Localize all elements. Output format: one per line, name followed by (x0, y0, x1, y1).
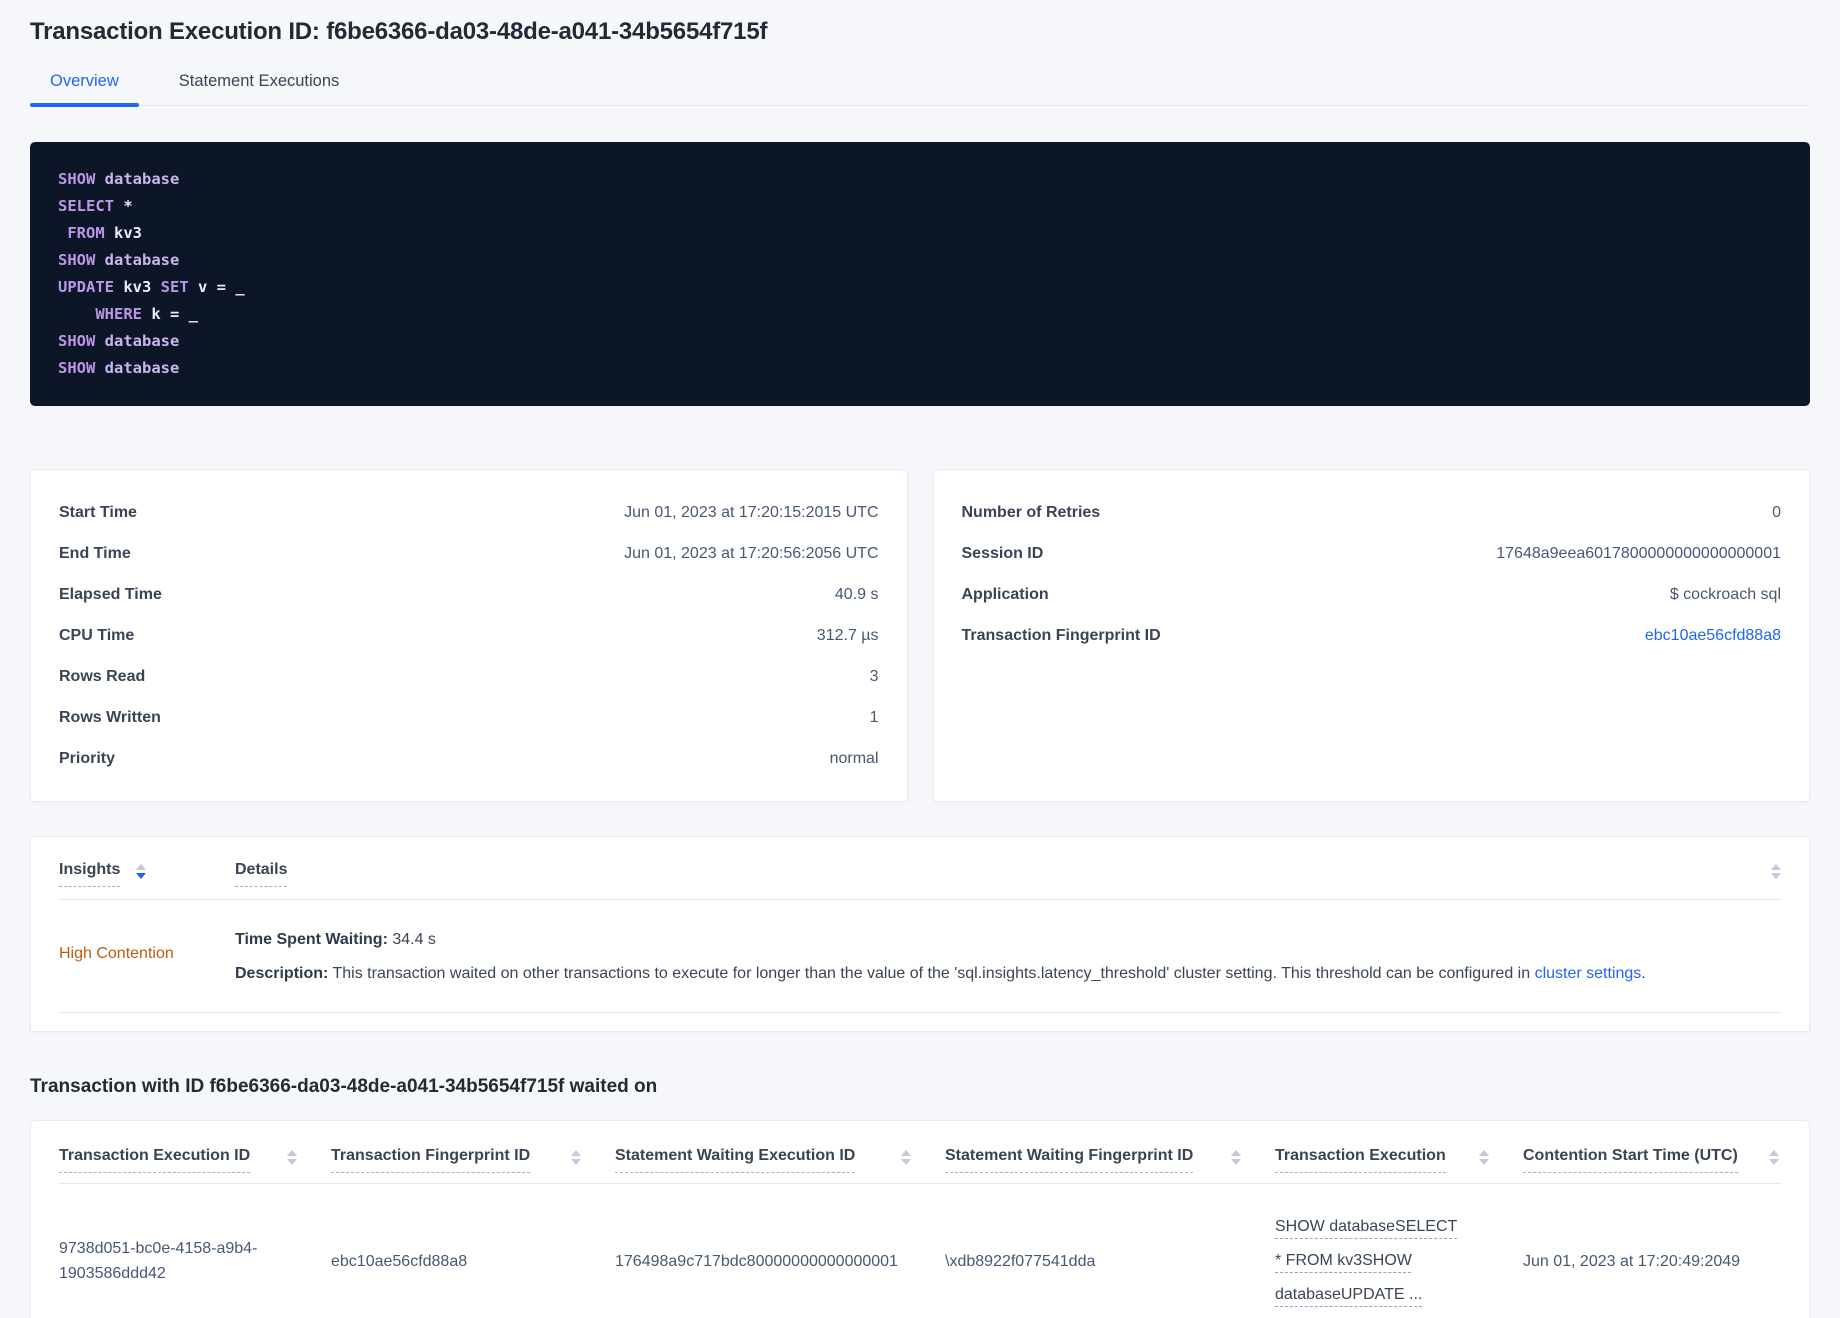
cell-txn-execution-id: 9738d051-bc0e-4158-a9b4-1903586ddd42 (59, 1240, 258, 1282)
insights-table-header: Insights Details (59, 837, 1781, 900)
rows-read-row: Rows Read 3 (59, 656, 879, 697)
insight-type-badge: High Contention (59, 945, 174, 962)
sort-arrows-icon (901, 1150, 911, 1165)
cpu-time-value: 312.7 µs (816, 626, 879, 644)
insights-table-card: Insights Details High Contention Time Sp… (30, 836, 1810, 1032)
priority-label: Priority (59, 749, 116, 767)
rows-written-value: 1 (869, 708, 879, 726)
summary-cards: Start Time Jun 01, 2023 at 17:20:15:2015… (30, 469, 1810, 802)
tab-overview[interactable]: Overview (30, 72, 139, 107)
txn-fingerprint-row: Transaction Fingerprint ID ebc10ae56cfd8… (962, 615, 1782, 656)
retries-row: Number of Retries 0 (962, 492, 1782, 533)
cell-txn-execution: SHOW databaseSELECT * FROM kv3SHOW datab… (1275, 1210, 1523, 1312)
sql-line: WHERE k = _ (95, 305, 198, 323)
session-id-value: 17648a9eea6017800000000000000001 (1496, 544, 1781, 562)
execution-summary-card: Start Time Jun 01, 2023 at 17:20:15:2015… (30, 469, 908, 802)
description-line: Description: This transaction waited on … (235, 962, 1781, 986)
rows-read-label: Rows Read (59, 667, 146, 685)
waited-on-heading: Transaction with ID f6be6366-da03-48de-a… (30, 1076, 658, 1097)
sql-line: SHOW database (58, 251, 180, 269)
insight-details: Time Spent Waiting: 34.4 s Description: … (235, 922, 1781, 986)
tab-statement-executions[interactable]: Statement Executions (159, 72, 360, 105)
sort-arrows-icon (1479, 1150, 1489, 1165)
sql-line: UPDATE kv3 SET v = _ (58, 278, 245, 296)
cluster-settings-link[interactable]: cluster settings (1535, 965, 1642, 982)
start-time-label: Start Time (59, 503, 137, 521)
time-spent-waiting-line: Time Spent Waiting: 34.4 s (235, 928, 1781, 952)
rows-read-value: 3 (869, 667, 879, 685)
waited-table-row: 9738d051-bc0e-4158-a9b4-1903586ddd42 ebc… (59, 1184, 1781, 1318)
col-header-txn-execution-id[interactable]: Transaction Execution ID (59, 1147, 331, 1173)
retries-label: Number of Retries (961, 503, 1101, 521)
rows-written-label: Rows Written (59, 708, 161, 726)
elapsed-time-value: 40.9 s (834, 585, 879, 603)
waited-table-header: Transaction Execution ID Transaction Fin… (59, 1121, 1781, 1184)
elapsed-time-row: Elapsed Time 40.9 s (59, 574, 879, 615)
cell-stmt-waiting-execution-id: 176498a9c717bdc80000000000000001 (615, 1252, 898, 1270)
sort-arrows-icon (287, 1150, 297, 1165)
extra-sort-column-header[interactable] (1757, 861, 1781, 879)
page-title: Transaction Execution ID: f6be6366-da03-… (30, 18, 768, 45)
end-time-row: End Time Jun 01, 2023 at 17:20:56:2056 U… (59, 533, 879, 574)
col-header-stmt-waiting-execution-id[interactable]: Statement Waiting Execution ID (615, 1147, 945, 1173)
details-column-label: Details (235, 861, 288, 887)
txn-fingerprint-label: Transaction Fingerprint ID (961, 626, 1161, 644)
col-header-txn-execution[interactable]: Transaction Execution (1275, 1147, 1523, 1173)
waited-on-table-card: Transaction Execution ID Transaction Fin… (30, 1120, 1810, 1318)
sort-arrows-icon (571, 1150, 581, 1165)
session-id-label: Session ID (961, 544, 1044, 562)
cpu-time-row: CPU Time 312.7 µs (59, 615, 879, 656)
insight-row: High Contention Time Spent Waiting: 34.4… (59, 900, 1781, 1013)
insights-column-label: Insights (59, 861, 121, 887)
end-time-label: End Time (59, 544, 131, 562)
retries-value: 0 (1772, 503, 1781, 521)
time-spent-waiting-value: 34.4 s (387, 931, 436, 948)
session-summary-card: Number of Retries 0 Session ID 17648a9ee… (932, 469, 1810, 802)
tab-bar: Overview Statement Executions (30, 72, 1810, 107)
application-row: Application $ cockroach sql (962, 574, 1782, 615)
description-suffix: . (1641, 965, 1646, 982)
time-spent-waiting-label: Time Spent Waiting: (235, 931, 388, 948)
cell-contention-start-time: Jun 01, 2023 at 17:20:49:2049 (1523, 1252, 1741, 1270)
priority-row: Priority normal (59, 738, 879, 779)
sql-line: SHOW database (58, 359, 180, 377)
txn-fingerprint-link[interactable]: ebc10ae56cfd88a8 (1645, 627, 1781, 645)
transaction-execution-page: Transaction Execution ID: f6be6366-da03-… (0, 18, 1840, 1318)
description-label: Description: (235, 965, 329, 982)
elapsed-time-label: Elapsed Time (59, 585, 162, 603)
cpu-time-label: CPU Time (59, 626, 135, 644)
application-value: $ cockroach sql (1669, 585, 1781, 603)
col-header-contention-start-time[interactable]: Contention Start Time (UTC) (1523, 1147, 1781, 1173)
rows-written-row: Rows Written 1 (59, 697, 879, 738)
application-label: Application (961, 585, 1049, 603)
cell-stmt-waiting-fingerprint-id: \xdb8922f077541dda (945, 1252, 1096, 1270)
sql-statements-box: SHOW database SELECT * FROM kv3 SHOW dat… (30, 142, 1810, 406)
sql-line: SELECT * (58, 197, 133, 215)
end-time-value: Jun 01, 2023 at 17:20:56:2056 UTC (624, 544, 879, 562)
sort-arrows-icon (1769, 1150, 1779, 1165)
col-header-txn-fingerprint-id[interactable]: Transaction Fingerprint ID (331, 1147, 615, 1173)
description-text: This transaction waited on other transac… (328, 965, 1535, 982)
cell-txn-fingerprint-id: ebc10ae56cfd88a8 (331, 1252, 468, 1270)
insights-column-header[interactable]: Insights (59, 861, 235, 887)
sort-arrows-icon (136, 864, 147, 879)
txn-execution-statement-link[interactable]: SHOW databaseSELECT * FROM kv3SHOW datab… (1275, 1218, 1457, 1303)
start-time-row: Start Time Jun 01, 2023 at 17:20:15:2015… (59, 492, 879, 533)
sort-arrows-icon (1771, 864, 1781, 879)
details-column-header[interactable]: Details (235, 861, 1757, 887)
sort-arrows-icon (1231, 1150, 1241, 1165)
sql-line: SHOW database (58, 332, 180, 350)
sql-line: SHOW database (58, 170, 180, 188)
priority-value: normal (829, 749, 879, 767)
col-header-stmt-waiting-fingerprint-id[interactable]: Statement Waiting Fingerprint ID (945, 1147, 1275, 1173)
start-time-value: Jun 01, 2023 at 17:20:15:2015 UTC (624, 503, 879, 521)
sql-line: FROM kv3 (67, 224, 142, 242)
session-id-row: Session ID 17648a9eea6017800000000000000… (962, 533, 1782, 574)
